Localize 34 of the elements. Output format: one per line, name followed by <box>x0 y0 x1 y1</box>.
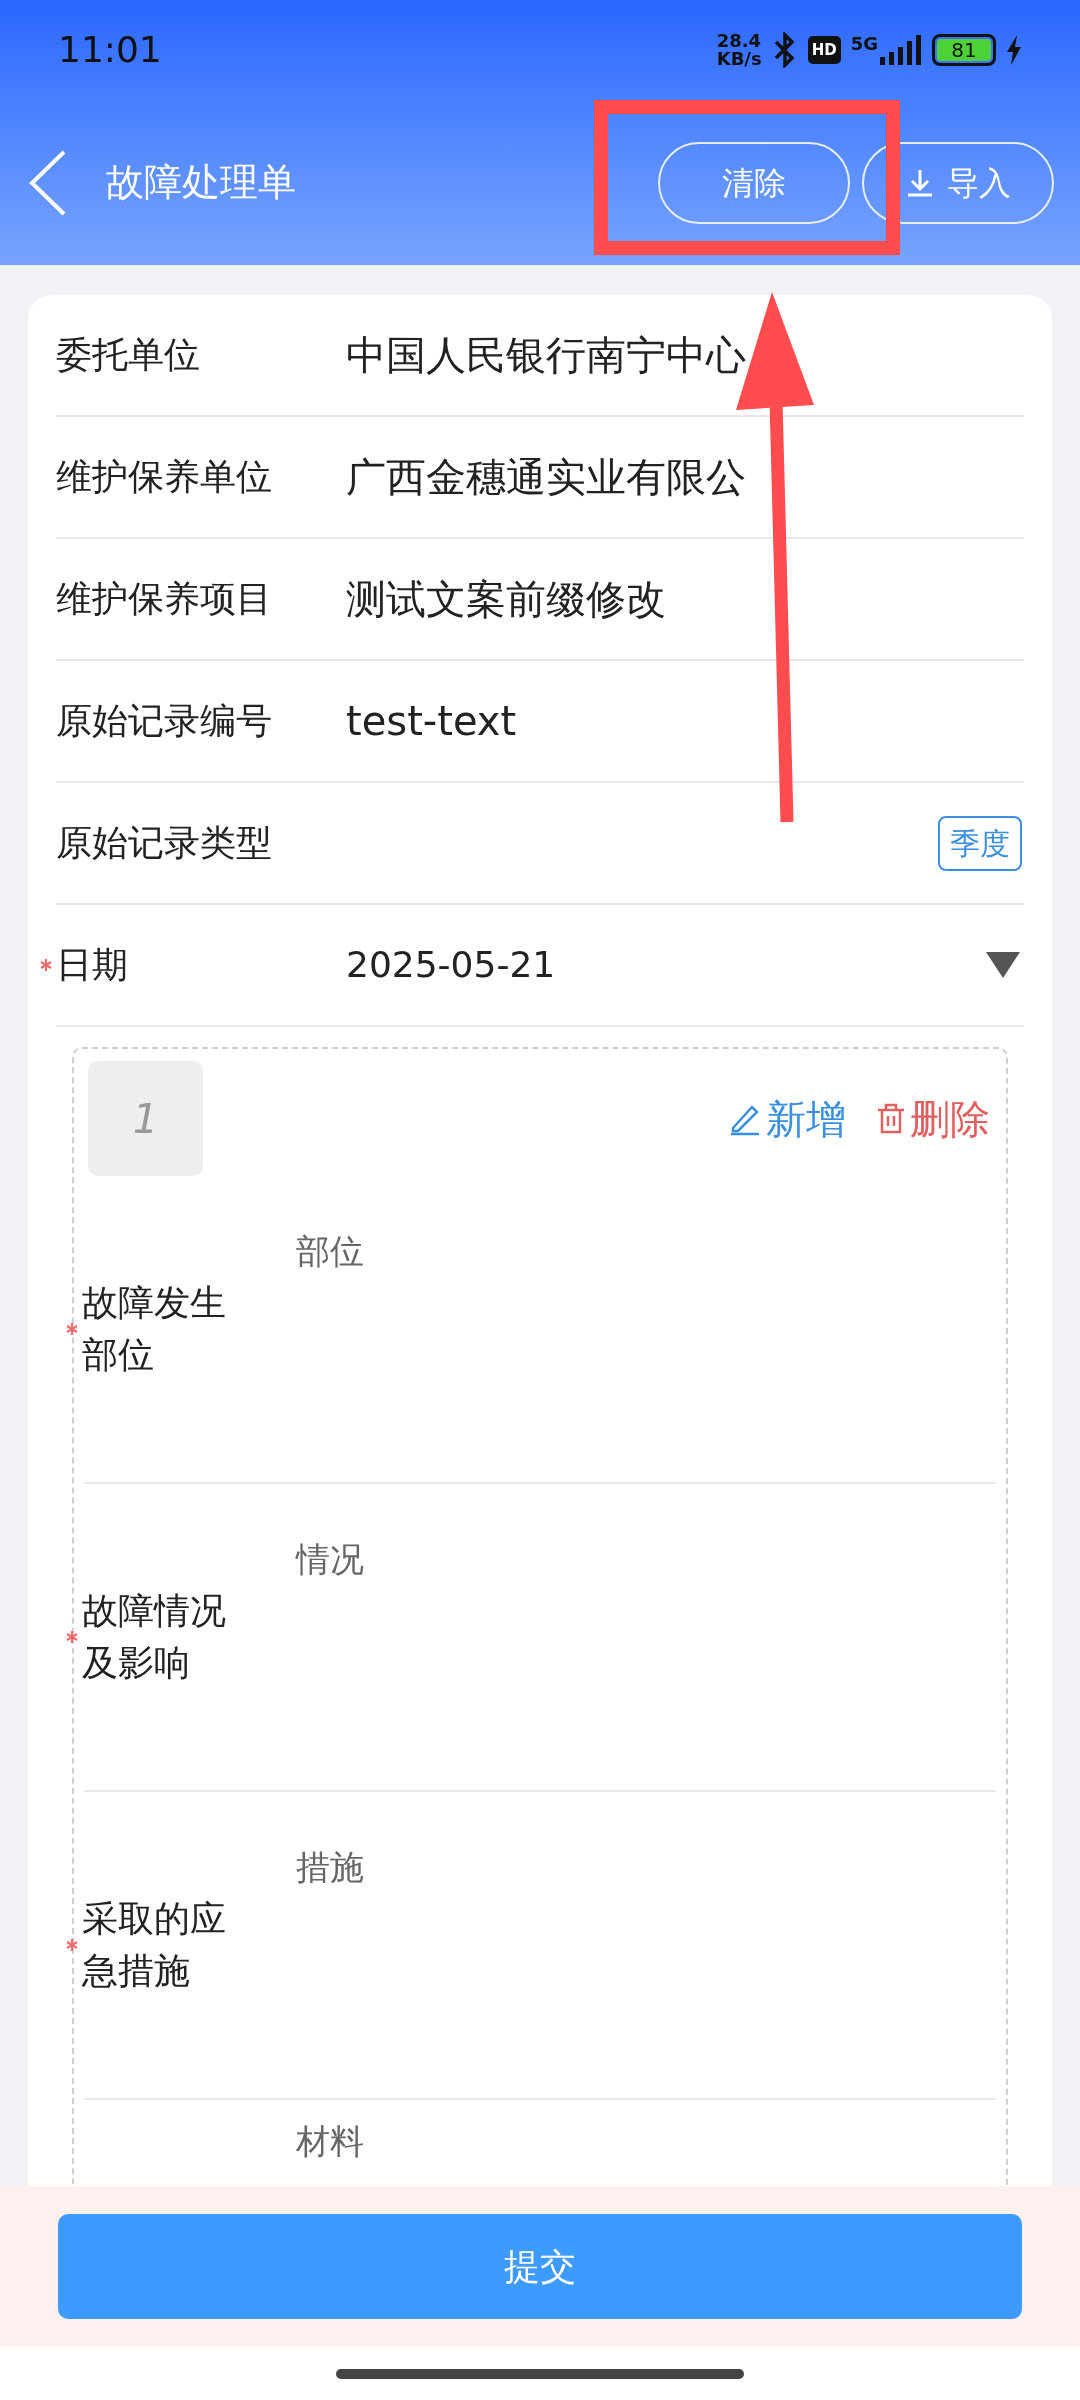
date-value[interactable]: 2025-05-21 <box>346 938 984 992</box>
field-label: 委托单位 <box>56 333 201 377</box>
field-label: 维护保养单位 <box>56 455 273 499</box>
field-value: 广西金穗通实业有限公 <box>346 453 746 502</box>
network-speed: 28.4 KB/s <box>716 32 762 68</box>
input-field[interactable]: 措施 <box>296 1842 364 1893</box>
add-button[interactable]: 新增 <box>728 1088 846 1149</box>
field-label: 维护保养项目 <box>56 577 273 621</box>
field-label: 日期 <box>56 943 129 987</box>
field-value: test-text <box>346 697 517 746</box>
hd-badge: HD <box>807 35 841 65</box>
field-value: 测试文案前缀修改 <box>346 575 666 624</box>
clear-button[interactable]: 清除 <box>658 141 850 224</box>
status-time: 11:01 <box>58 28 163 72</box>
download-icon <box>905 167 935 198</box>
network-type: 5G <box>850 35 878 53</box>
input-field[interactable]: 情况 <box>296 1534 364 1585</box>
field-label: 故障发生部位 <box>82 1281 227 1377</box>
field-label: 原始记录编号 <box>56 699 273 743</box>
field-label: 采取的应急措施 <box>82 1897 227 1993</box>
signal-icon <box>878 35 922 65</box>
field-label: 故障情况及影响 <box>82 1589 227 1685</box>
battery-indicator: 81 <box>932 34 996 66</box>
page-title: 故障处理单 <box>106 159 297 206</box>
trash-icon <box>876 1101 906 1136</box>
input-field[interactable]: 部位 <box>296 1226 364 1277</box>
delete-button[interactable]: 删除 <box>876 1088 990 1149</box>
dropdown-triangle-icon[interactable] <box>984 950 1022 980</box>
record-type-tag: 季度 <box>938 815 1022 871</box>
import-button[interactable]: 导入 <box>862 141 1054 224</box>
item-index: 1 <box>88 1061 203 1176</box>
field-label: 原始记录类型 <box>56 821 272 865</box>
input-field[interactable]: 材料 <box>296 2116 364 2167</box>
field-value: 中国人民银行南宁中心 <box>346 331 746 380</box>
